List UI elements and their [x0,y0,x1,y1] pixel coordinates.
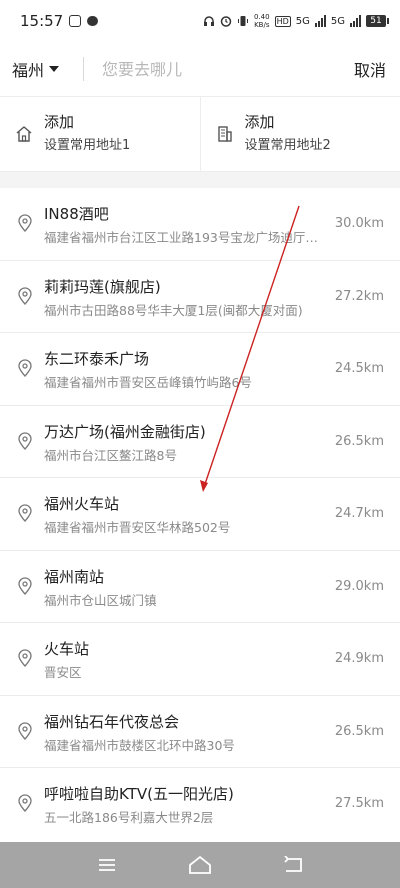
result-name: 莉莉玛莲(旗舰店) [44,277,161,296]
shortcut-subtitle: 设置常用地址2 [244,138,331,153]
shortcut-address-2[interactable]: 添加 设置常用地址2 [199,97,400,171]
result-item[interactable]: 莉莉玛莲(旗舰店) 福州市古田路88号华丰大厦1层(闽都大厦对面) 27.2km [0,261,400,333]
back-icon[interactable] [281,853,305,877]
result-item[interactable]: 东二环泰禾广场福建省福州市晋安区岳峰镇竹屿路6号 24.5km [0,333,400,406]
result-name: 福州南站 [44,567,105,586]
city-selector[interactable]: 福州 [12,57,60,81]
status-bar: 15:57 0.40 KB/s HD 5G 5G 51 [0,0,400,42]
city-label: 福州 [12,61,45,80]
result-address: 福州市古田路88号华丰大厦1层(闽都大厦对面) [44,302,303,318]
shortcut-title: 添加 [244,113,275,131]
result-item[interactable]: 呼啦啦自助KTV(五一阳光店) 五一北路186号利嘉大世界2层 27.5km [0,768,400,841]
result-item[interactable]: 福州南站福州市仓山区城门镇 29.0km [0,551,400,623]
destination-search-input[interactable] [102,59,354,79]
sim1-label: 5G [295,15,310,27]
result-distance: 29.0km [334,578,384,594]
location-pin-icon [18,431,32,450]
result-distance: 27.2km [334,288,384,304]
result-item[interactable]: 万达广场(福州金融街店) 福州市台江区鳌江路8号 26.5km [0,406,400,478]
notification-icon [69,15,82,27]
hd-badge: HD [274,15,291,27]
signal-icon [314,15,326,27]
headphones-icon [203,16,214,26]
result-name: 万达广场(福州金融街店) [44,422,206,441]
result-name: 东二环泰禾广场 [44,350,150,368]
vibrate-icon [237,16,248,26]
chat-icon [87,16,99,26]
result-distance: 24.9km [334,651,384,666]
search-bar: 福州 取消 [0,42,400,96]
building-icon [217,126,232,142]
home-nav-icon[interactable] [188,853,212,877]
result-item[interactable]: 火车站晋安区 24.9km [0,623,400,696]
result-address: 福建省福州市晋安区岳峰镇竹屿路6号 [44,375,252,390]
shortcut-subtitle: 设置常用地址1 [44,138,131,153]
result-address: 福州市仓山区城门镇 [44,592,157,608]
section-separator [0,172,400,188]
cancel-button[interactable]: 取消 [354,57,386,81]
signal-icon-2 [350,15,361,27]
location-pin-icon [18,286,32,305]
menu-icon[interactable] [95,853,119,877]
shortcut-title: 添加 [44,113,75,131]
shortcut-address-1[interactable]: 添加 设置常用地址1 [0,97,200,171]
location-pin-icon [18,721,32,740]
location-pin-icon [18,649,32,667]
result-name: 呼啦啦自助KTV(五一阳光店) [44,785,234,803]
result-distance: 24.7km [334,506,384,521]
network-speed-unit: KB/s [254,21,270,29]
sim2-label: 5G [330,15,345,27]
search-divider [83,57,85,81]
result-address: 福州市台江区鳌江路8号 [44,447,177,463]
location-pin-icon [18,504,32,522]
result-address: 福建省福州市晋安区华林路502号 [44,520,231,535]
network-speed-value: 0.40 [253,13,270,21]
result-address: 福建省福州市台江区工业路193号宝龙广场迪厅… [44,230,318,245]
result-distance: 26.5km [334,723,384,739]
caret-down-icon [49,66,60,72]
result-distance: 24.5km [334,361,384,376]
system-nav-bar [0,842,400,888]
search-results-list: IN88酒吧福建省福州市台江区工业路193号宝龙广场迪厅… 30.0km 莉莉玛… [0,188,400,841]
status-left: 15:57 [20,12,99,30]
result-address: 福建省福州市鼓楼区北环中路30号 [44,737,235,753]
result-item[interactable]: IN88酒吧福建省福州市台江区工业路193号宝龙广场迪厅… 30.0km [0,188,400,261]
result-distance: 26.5km [334,433,384,449]
result-distance: 27.5km [334,796,384,811]
result-name: 福州钻石年代夜总会 [44,712,180,731]
result-name: IN88酒吧 [44,205,109,223]
result-address: 五一北路186号利嘉大世界2层 [44,810,214,825]
battery-icon: 51 [366,15,389,27]
clock: 15:57 [20,12,64,30]
result-item[interactable]: 福州火车站福建省福州市晋安区华林路502号 24.7km [0,478,400,551]
result-name: 福州火车站 [44,495,120,513]
home-icon [16,126,32,142]
saved-address-shortcuts: 添加 设置常用地址1 添加 设置常用地址2 [0,96,400,172]
status-right: 0.40 KB/s HD 5G 5G 51 [203,13,389,29]
result-name: 火车站 [44,640,90,658]
network-speed: 0.40 KB/s [254,13,270,29]
location-pin-icon [18,794,32,812]
location-pin-icon [18,576,32,595]
result-distance: 30.0km [334,216,384,231]
result-item[interactable]: 福州钻石年代夜总会福建省福州市鼓楼区北环中路30号 26.5km [0,696,400,768]
location-pin-icon [18,359,32,377]
location-pin-icon [18,214,32,232]
alarm-icon [220,16,232,27]
result-address: 晋安区 [44,665,82,680]
